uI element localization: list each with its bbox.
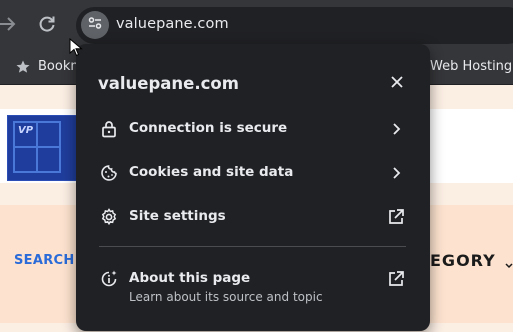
chevron-down-icon[interactable] xyxy=(505,255,513,274)
info-sparkle-icon xyxy=(99,269,119,289)
cookies-site-data-item[interactable]: Cookies and site data xyxy=(76,153,430,193)
bookmark-web-hosting[interactable]: Web Hosting xyxy=(430,59,512,74)
chevron-right-icon xyxy=(386,163,406,183)
tune-icon xyxy=(87,15,103,35)
about-this-page-item[interactable]: About this page Learn about its source a… xyxy=(76,259,430,315)
item-label: Cookies and site data xyxy=(129,164,294,180)
forward-icon[interactable] xyxy=(0,12,20,36)
reload-icon[interactable] xyxy=(35,12,59,36)
site-settings-item[interactable]: Site settings xyxy=(76,197,430,237)
category-menu[interactable]: EGORY xyxy=(430,251,496,270)
url-text[interactable]: valuepane.com xyxy=(116,16,229,32)
item-sublabel: Learn about its source and topic xyxy=(129,290,323,304)
address-bar[interactable]: valuepane.com xyxy=(76,7,513,44)
connection-secure-item[interactable]: Connection is secure xyxy=(76,109,430,149)
item-label: Connection is secure xyxy=(129,120,288,136)
search-link[interactable]: SEARCH xyxy=(14,253,75,268)
logo-text: VP xyxy=(18,125,34,136)
item-label: Site settings xyxy=(129,208,226,224)
open-external-icon xyxy=(386,269,406,289)
chevron-right-icon xyxy=(386,119,406,139)
close-icon xyxy=(390,74,404,93)
popup-title: valuepane.com xyxy=(98,74,239,93)
gear-icon xyxy=(99,207,119,227)
star-icon xyxy=(15,59,31,79)
divider xyxy=(99,246,406,247)
lock-icon xyxy=(99,119,119,139)
site-info-button[interactable] xyxy=(81,11,109,39)
item-label: About this page xyxy=(129,270,251,286)
mouse-cursor-icon xyxy=(69,37,83,58)
open-external-icon xyxy=(386,207,406,227)
close-button[interactable] xyxy=(385,71,409,95)
site-info-popup: valuepane.com Connection is secure Cooki… xyxy=(76,44,430,331)
cookie-icon xyxy=(99,163,119,183)
